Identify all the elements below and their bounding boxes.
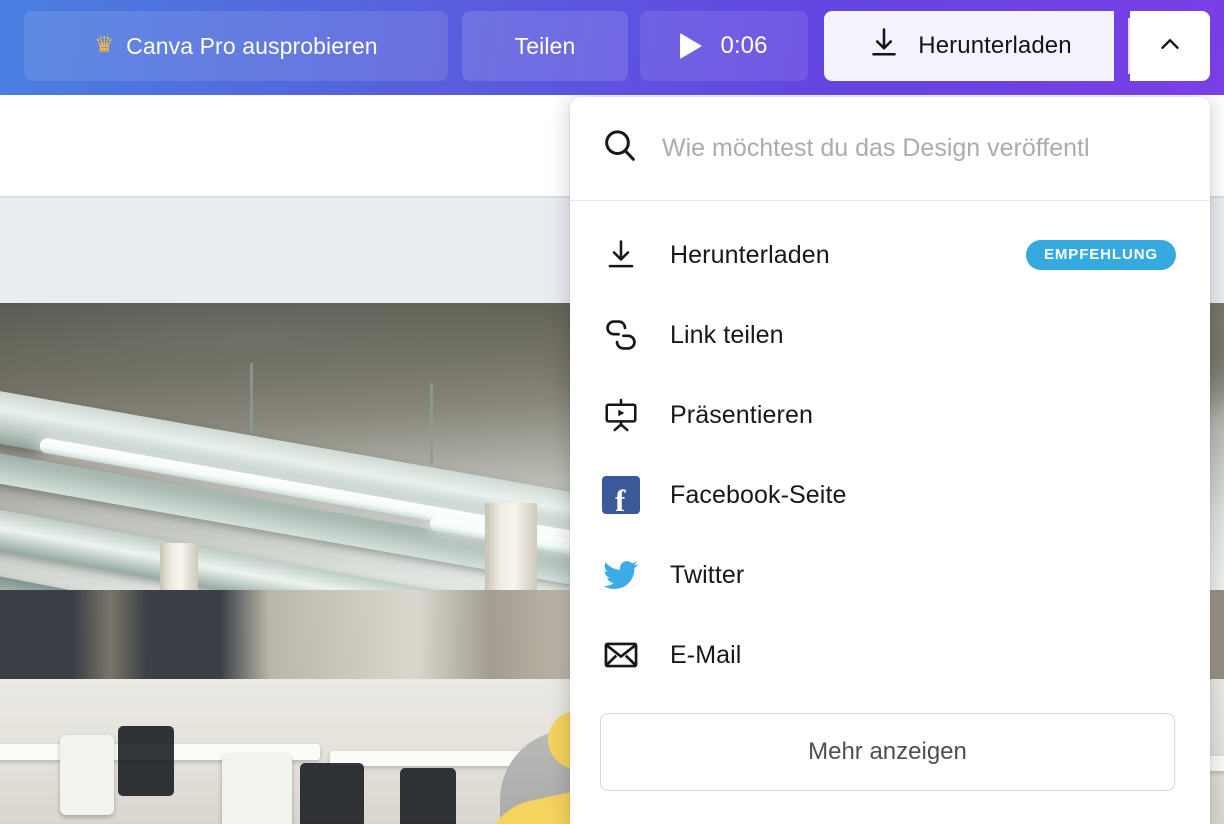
publish-option-share-link[interactable]: Link teilen [570, 295, 1210, 375]
chair [118, 725, 174, 796]
hanger-rod [430, 383, 433, 463]
chair [60, 734, 114, 815]
download-button[interactable]: Herunterladen [824, 11, 1114, 81]
publish-option-present[interactable]: Präsentieren [570, 375, 1210, 455]
facebook-square: f [602, 476, 640, 516]
publish-option-twitter[interactable]: Twitter [570, 535, 1210, 615]
play-icon [680, 33, 703, 59]
publish-search-input[interactable] [662, 134, 1172, 163]
show-more-button[interactable]: Mehr anzeigen [600, 713, 1175, 791]
facebook-icon: f [600, 474, 642, 516]
publish-option-label: Herunterladen [670, 240, 830, 269]
link-share-icon [600, 314, 642, 356]
email-icon [600, 634, 642, 676]
publish-option-label: Link teilen [670, 320, 784, 349]
publish-option-download[interactable]: Herunterladen EMPFEHLUNG [570, 215, 1210, 295]
show-more-label: Mehr anzeigen [808, 738, 967, 765]
publish-expand-button[interactable] [1130, 11, 1210, 81]
publish-search-row [570, 97, 1210, 201]
canva-pro-label: Canva Pro ausprobieren [126, 32, 378, 59]
download-label: Herunterladen [918, 32, 1072, 59]
download-icon [866, 25, 902, 67]
play-preview-button[interactable]: 0:06 [640, 11, 808, 81]
top-toolbar: ♛ Canva Pro ausprobieren Teilen 0:06 Her… [0, 0, 1224, 95]
search-icon [600, 126, 640, 171]
download-icon [600, 234, 642, 276]
publish-option-facebook[interactable]: f Facebook-Seite [570, 455, 1210, 535]
chair [400, 767, 456, 824]
chair [222, 753, 292, 824]
share-label: Teilen [514, 32, 576, 59]
publish-option-email[interactable]: E-Mail [570, 615, 1210, 695]
download-divider [1128, 18, 1130, 74]
play-duration: 0:06 [720, 32, 768, 59]
crown-icon: ♛ [94, 32, 115, 57]
chevron-up-icon [1155, 29, 1185, 64]
publish-option-label: Präsentieren [670, 400, 813, 429]
status-badge: EMPFEHLUNG [1026, 240, 1176, 270]
presentation-icon [600, 394, 642, 436]
publish-option-label: Facebook-Seite [670, 480, 847, 509]
share-button[interactable]: Teilen [462, 11, 628, 81]
chair [300, 763, 364, 824]
twitter-icon [600, 554, 642, 596]
hanger-rod [250, 363, 253, 433]
canva-editor-window: ♛ Canva Pro ausprobieren Teilen 0:06 Her… [0, 0, 1224, 824]
publish-dropdown-panel: Herunterladen EMPFEHLUNG Link teilen [570, 97, 1210, 824]
publish-options-list: Herunterladen EMPFEHLUNG Link teilen Prä… [570, 201, 1210, 695]
canva-pro-button[interactable]: ♛ Canva Pro ausprobieren [24, 11, 448, 81]
publish-option-label: Twitter [670, 560, 745, 589]
publish-option-label: E-Mail [670, 640, 742, 669]
